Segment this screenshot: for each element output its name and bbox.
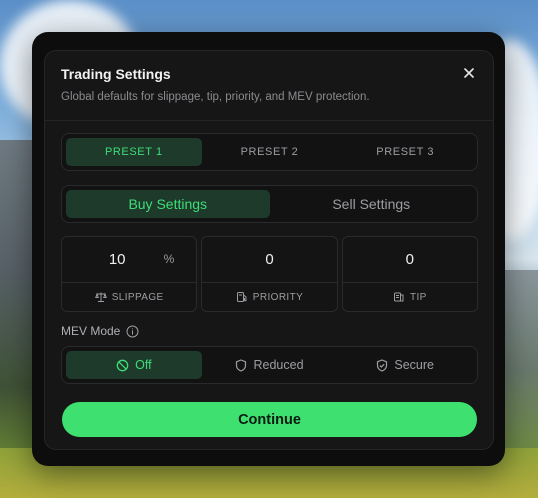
- slippage-field: 10 % SLIPPAGE: [61, 236, 198, 312]
- mev-mode-label: MEV Mode: [61, 324, 139, 338]
- dialog-header: Trading Settings Global defaults for sli…: [45, 51, 493, 121]
- slippage-unit: %: [163, 252, 175, 266]
- priority-input[interactable]: 0: [202, 237, 337, 283]
- tab-preset-2[interactable]: PRESET 2: [202, 138, 338, 166]
- tip-label: TIP: [409, 291, 427, 303]
- close-button[interactable]: [459, 63, 479, 83]
- slippage-label-row: SLIPPAGE: [62, 283, 196, 311]
- tab-preset-3[interactable]: PRESET 3: [337, 138, 473, 166]
- fuel-icon: [236, 292, 247, 302]
- mev-option-secure-label: Secure: [394, 358, 434, 372]
- mev-mode-text: MEV Mode: [61, 324, 121, 338]
- dialog-subtitle: Global defaults for slippage, tip, prior…: [61, 91, 370, 103]
- mev-mode-tabs: Off Reduced Secure: [61, 346, 478, 384]
- settings-fields: 10 % SLIPPAGE 0 PRIORITY 0 TIP: [61, 236, 478, 312]
- tip-label-row: TIP: [343, 283, 477, 311]
- info-icon[interactable]: [126, 325, 139, 338]
- scale-icon: [94, 292, 107, 302]
- trading-settings-dialog: Trading Settings Global defaults for sli…: [44, 50, 494, 450]
- slippage-label: SLIPPAGE: [111, 291, 164, 303]
- tip-value: 0: [405, 251, 414, 268]
- tip-field: 0 TIP: [341, 236, 478, 312]
- priority-label-row: PRIORITY: [202, 283, 336, 311]
- shield-check-icon: [377, 358, 388, 372]
- mev-option-reduced[interactable]: Reduced: [202, 351, 338, 379]
- dialog-title: Trading Settings: [61, 66, 171, 82]
- slippage-input[interactable]: 10 %: [62, 237, 197, 283]
- mev-option-off-label: Off: [135, 358, 152, 372]
- mev-option-reduced-label: Reduced: [253, 358, 304, 372]
- tip-input[interactable]: 0: [342, 237, 477, 283]
- tab-buy-settings[interactable]: Buy Settings: [66, 190, 270, 218]
- priority-label: PRIORITY: [252, 291, 304, 303]
- continue-button[interactable]: Continue: [62, 402, 477, 437]
- priority-field: 0 PRIORITY: [201, 236, 338, 312]
- tab-preset-1[interactable]: PRESET 1: [66, 138, 202, 166]
- ban-icon: [116, 359, 129, 371]
- side-tabs: Buy Settings Sell Settings: [61, 185, 478, 223]
- slippage-value: 10: [108, 251, 126, 268]
- coins-icon: [393, 292, 404, 302]
- mev-option-off[interactable]: Off: [66, 351, 202, 379]
- close-icon: [464, 68, 474, 78]
- tab-sell-settings[interactable]: Sell Settings: [270, 190, 474, 218]
- mev-option-secure[interactable]: Secure: [337, 351, 473, 379]
- preset-tabs: PRESET 1 PRESET 2 PRESET 3: [61, 133, 478, 171]
- priority-value: 0: [265, 251, 274, 268]
- shield-icon: [236, 358, 247, 372]
